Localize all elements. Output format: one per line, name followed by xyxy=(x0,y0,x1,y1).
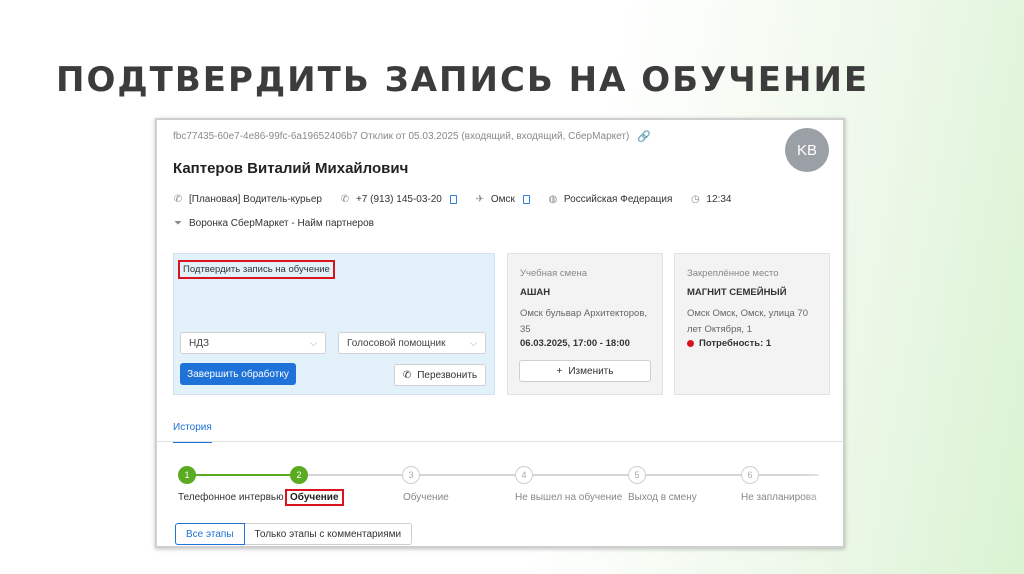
stage-stepper: 1 2 3 4 5 6 Телефонное интервью Обучение… xyxy=(157,462,843,512)
country-info: ◍ Российская Федерация xyxy=(548,194,673,205)
link-icon[interactable]: 🔗 xyxy=(637,130,651,143)
funnel-text: Воронка СберМаркет - Найм партнеров xyxy=(189,218,374,229)
step-circle-6[interactable]: 6 xyxy=(741,466,759,484)
avatar[interactable]: KB xyxy=(785,128,829,172)
slide-title: ПОДТВЕРДИТЬ ЗАПИСЬ НА ОБУЧЕНИЕ xyxy=(56,60,870,100)
place-address: Омск Омск, Омск, улица 70 лет Октября, 1 xyxy=(687,308,808,335)
shift-store-name: АШАН xyxy=(520,287,551,298)
person-name: Каптеров Виталий Михайлович xyxy=(173,160,409,177)
phone-icon: ✆ xyxy=(402,369,412,381)
confirm-training-label: Подтвердить запись на обучение xyxy=(178,260,335,279)
step-circle-5[interactable]: 5 xyxy=(628,466,646,484)
time-text: 12:34 xyxy=(706,194,732,205)
need-text: Потребность: 1 xyxy=(699,338,772,349)
step-label-4: Не вышел на обучение xyxy=(515,492,623,503)
step-label-1: Телефонное интервью xyxy=(178,492,284,503)
step-label-2: Обучение xyxy=(285,489,344,506)
call-back-label: Перезвонить xyxy=(417,369,478,381)
chevron-down-icon: ⌵ xyxy=(310,337,317,348)
funnel-icon: ⏷ xyxy=(174,218,182,229)
copy-icon[interactable] xyxy=(449,195,457,204)
funnel-row: ⏷ Воронка СберМаркет - Найм партнеров xyxy=(173,218,374,229)
stage-filter: Все этапы Только этапы с комментариями xyxy=(175,523,413,545)
finish-processing-button[interactable]: Завершить обработку xyxy=(180,363,296,385)
channel-select[interactable]: Голосовой помощник ⌵ xyxy=(338,332,486,354)
copy-icon[interactable] xyxy=(522,195,530,204)
progress-track-done xyxy=(187,474,299,476)
step-label-3: Обучение xyxy=(403,492,449,503)
tab-divider xyxy=(157,441,843,442)
action-panel: Подтвердить запись на обучение НДЗ ⌵ Гол… xyxy=(173,253,495,395)
vacancy-info: ✆ [Плановая] Водитель-курьер xyxy=(173,194,322,205)
need-status: Потребность: 1 xyxy=(687,338,817,349)
place-store-name: МАГНИТ СЕМЕЙНЫЙ xyxy=(687,287,787,298)
ticket-id: fbc77435-60e7-4e86-99fc-6a19652406b7 Отк… xyxy=(173,131,630,142)
phone-icon: ✆ xyxy=(173,194,183,205)
pin-icon: ✈ xyxy=(475,194,485,205)
filter-commented-stages[interactable]: Только этапы с комментариями xyxy=(244,523,413,545)
change-shift-button[interactable]: + Изменить xyxy=(519,360,651,382)
stepper-fade-edge xyxy=(803,460,843,520)
step-circle-2[interactable]: 2 xyxy=(290,466,308,484)
chevron-down-icon: ⌵ xyxy=(470,337,477,348)
place-caption: Закреплённое место xyxy=(687,268,779,279)
channel-select-value: Голосовой помощник xyxy=(347,337,446,349)
contact-info-row: ✆ [Плановая] Водитель-курьер ✆ +7 (913) … xyxy=(173,194,749,205)
time-info: ◷ 12:34 xyxy=(690,194,731,205)
plus-icon: + xyxy=(556,365,563,377)
crm-screenshot: fbc77435-60e7-4e86-99fc-6a19652406b7 Отк… xyxy=(155,118,845,548)
ticket-line: fbc77435-60e7-4e86-99fc-6a19652406b7 Отк… xyxy=(173,130,651,143)
clock-icon: ◷ xyxy=(691,194,700,205)
shift-caption: Учебная смена xyxy=(520,268,588,279)
filter-all-stages[interactable]: Все этапы xyxy=(175,523,245,545)
training-shift-card: Учебная смена АШАН Омск бульвар Архитект… xyxy=(507,253,663,395)
step-label-5: Выход в смену xyxy=(628,492,697,503)
step-circle-3[interactable]: 3 xyxy=(402,466,420,484)
result-select[interactable]: НДЗ ⌵ xyxy=(180,332,326,354)
step-circle-4[interactable]: 4 xyxy=(515,466,533,484)
city-text: Омск xyxy=(490,194,515,205)
call-back-button[interactable]: ✆ Перезвонить xyxy=(394,364,486,386)
vacancy-text: [Плановая] Водитель-курьер xyxy=(189,194,322,205)
status-dot-icon xyxy=(687,340,694,347)
city-info: ✈ Омск xyxy=(475,194,530,205)
phone-icon: ✆ xyxy=(340,194,350,205)
shift-address: Омск бульвар Архитекторов, 35 xyxy=(520,308,648,335)
result-select-value: НДЗ xyxy=(189,337,210,349)
phone-info: ✆ +7 (913) 145-03-20 xyxy=(340,194,457,205)
globe-icon: ◍ xyxy=(548,194,558,205)
country-text: Российская Федерация xyxy=(563,194,673,205)
assigned-place-card: Закреплённое место МАГНИТ СЕМЕЙНЫЙ Омск … xyxy=(674,253,830,395)
phone-number: +7 (913) 145-03-20 xyxy=(355,194,442,205)
tab-history[interactable]: История xyxy=(173,422,212,443)
step-circle-1[interactable]: 1 xyxy=(178,466,196,484)
change-label: Изменить xyxy=(568,365,614,377)
shift-datetime: 06.03.2025, 17:00 - 18:00 xyxy=(520,338,630,349)
